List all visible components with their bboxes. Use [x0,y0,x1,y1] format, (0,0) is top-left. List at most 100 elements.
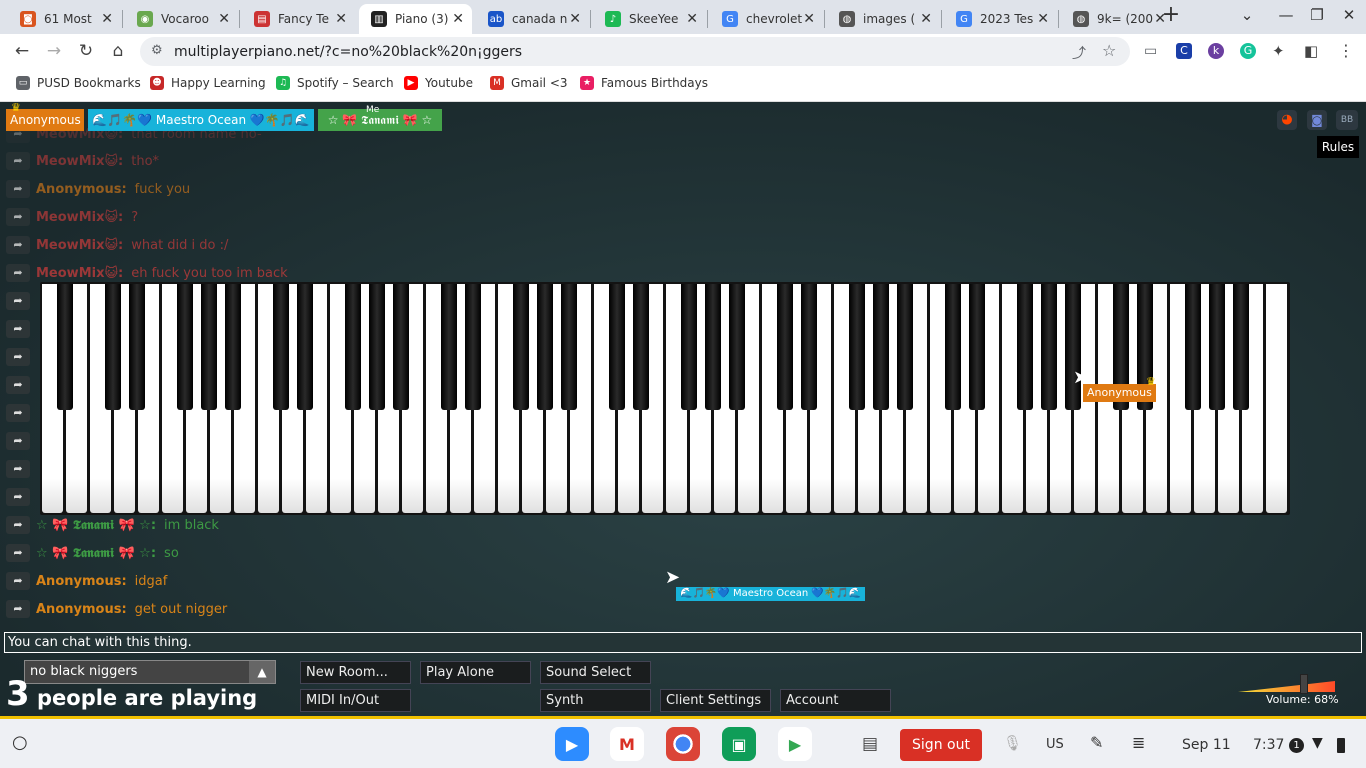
tab[interactable]: G 2023 Tes ✕ [944,4,1057,34]
chat-input[interactable]: You can chat with this thing. [4,632,1362,653]
reply-icon[interactable]: ➦ [6,208,30,226]
forward-button[interactable]: → [42,41,66,61]
black-key[interactable] [1017,284,1033,410]
reply-icon[interactable]: ➦ [6,516,30,534]
black-key[interactable] [609,284,625,410]
black-key[interactable] [849,284,865,410]
black-key[interactable] [945,284,961,410]
stylus-icon[interactable]: ✎ [1090,733,1103,752]
black-key[interactable] [633,284,649,410]
tab-close-icon[interactable]: ✕ [218,11,230,27]
tab-close-icon[interactable]: ✕ [1037,11,1049,27]
url-text[interactable]: multiplayerpiano.net/?c=no%20black%20n¡g… [174,44,522,60]
zoom-icon[interactable]: ▶ [555,727,589,761]
reply-icon[interactable]: ➦ [6,460,30,478]
reply-icon[interactable]: ➦ [6,292,30,310]
black-key[interactable] [537,284,553,410]
restore-button[interactable]: ❐ [1302,6,1332,24]
black-key[interactable] [513,284,529,410]
tab-close-icon[interactable]: ✕ [920,11,932,27]
rules-button[interactable]: Rules [1317,136,1359,158]
black-key[interactable] [801,284,817,410]
client-settings-button[interactable]: Client Settings [660,689,771,712]
classroom-icon[interactable]: ▣ [722,727,756,761]
black-key[interactable] [345,284,361,410]
reply-icon[interactable]: ➦ [6,432,30,450]
date[interactable]: Sep 11 [1182,737,1231,753]
reply-icon[interactable]: ➦ [6,152,30,170]
tab[interactable]: ◍ images (✕ [827,4,940,34]
bookmark-star-icon[interactable]: ☆ [1102,41,1116,60]
extension-c-icon[interactable]: C [1176,43,1192,59]
midi-button[interactable]: MIDI In/Out [300,689,411,712]
reply-icon[interactable]: ➦ [6,348,30,366]
omnibox[interactable]: ⚙ multiplayerpiano.net/?c=no%20black%20n… [140,37,1130,66]
reply-icon[interactable]: ➦ [6,320,30,338]
bookmark-item[interactable]: ♫ Spotify – Search [276,76,394,90]
black-key[interactable] [561,284,577,410]
play-alone-button[interactable]: Play Alone [420,661,531,684]
bookmark-item[interactable]: ▶ Youtube [404,76,473,90]
home-button[interactable]: ⌂ [106,41,130,61]
room-select[interactable]: no black niggers ▲ [24,660,276,684]
sign-out-button[interactable]: Sign out [900,729,982,761]
black-key[interactable] [393,284,409,410]
battery-icon[interactable] [1337,738,1345,753]
share-icon[interactable]: ⤴ [1072,43,1086,63]
tab[interactable]: ▥ Piano (3) ✕ [359,4,472,34]
reply-icon[interactable]: ➦ [6,488,30,506]
black-key[interactable] [225,284,241,410]
cast-icon[interactable]: ▭ [1144,43,1157,59]
tab[interactable]: ♪ SkeeYee ✕ [593,4,706,34]
back-button[interactable]: ← [10,41,34,61]
reply-icon[interactable]: ➦ [6,376,30,394]
tab-close-icon[interactable]: ✕ [686,11,698,27]
synth-button[interactable]: Synth [540,689,651,712]
play-store-icon[interactable]: ▶ [778,727,812,761]
new-room-button[interactable]: New Room... [300,661,411,684]
tab-close-icon[interactable]: ✕ [803,11,815,27]
time[interactable]: 7:37 [1253,737,1284,753]
black-key[interactable] [1041,284,1057,410]
black-key[interactable] [369,284,385,410]
reply-icon[interactable]: ➦ [6,264,30,282]
menu-kebab-icon[interactable]: ⋮ [1338,41,1354,60]
wifi-icon[interactable]: ▼ [1312,735,1323,751]
gmail-icon[interactable]: M [610,727,644,761]
grammarly-icon[interactable]: G [1240,43,1256,59]
input-method[interactable]: US [1046,737,1064,752]
discord-icon[interactable]: ◙ [1307,110,1327,130]
side-panel-icon[interactable]: ◧ [1304,42,1318,60]
launcher-icon[interactable]: ○ [12,732,28,753]
reply-icon[interactable]: ➦ [6,572,30,590]
reply-icon[interactable]: ➦ [6,544,30,562]
bookmark-item[interactable]: ☻ Happy Learning [150,76,266,90]
player-tag[interactable]: 🌊🎵🌴💙 Maestro Ocean 💙🌴🎵🌊 [88,109,314,131]
reply-icon[interactable]: ➦ [6,236,30,254]
black-key[interactable] [681,284,697,410]
bookmark-item[interactable]: M Gmail <3 [490,76,568,90]
black-key[interactable] [873,284,889,410]
tab[interactable]: ◙ 61 Most ✕ [8,4,121,34]
black-key[interactable] [177,284,193,410]
black-key[interactable] [441,284,457,410]
black-key[interactable] [201,284,217,410]
black-key[interactable] [1185,284,1201,410]
site-info-icon[interactable]: ⚙ [151,43,163,58]
sound-select-button[interactable]: Sound Select [540,661,651,684]
tote-icon[interactable]: ▤ [862,734,878,754]
bookmark-item[interactable]: ▭ PUSD Bookmarks [16,76,141,90]
black-key[interactable] [129,284,145,410]
extension-k-icon[interactable]: k [1208,43,1224,59]
tab-close-icon[interactable]: ✕ [101,11,113,27]
tab-close-icon[interactable]: ✕ [569,11,581,27]
tab[interactable]: ▤ Fancy Te ✕ [242,4,355,34]
new-tab-button[interactable]: + [1156,2,1186,27]
tab[interactable]: ◉ Vocaroo ✕ [125,4,238,34]
chevron-up-icon[interactable]: ▲ [249,661,275,683]
black-key[interactable] [57,284,73,410]
volume-slider[interactable] [1238,674,1335,694]
reply-icon[interactable]: ➦ [6,404,30,422]
black-key[interactable] [729,284,745,410]
black-key[interactable] [297,284,313,410]
